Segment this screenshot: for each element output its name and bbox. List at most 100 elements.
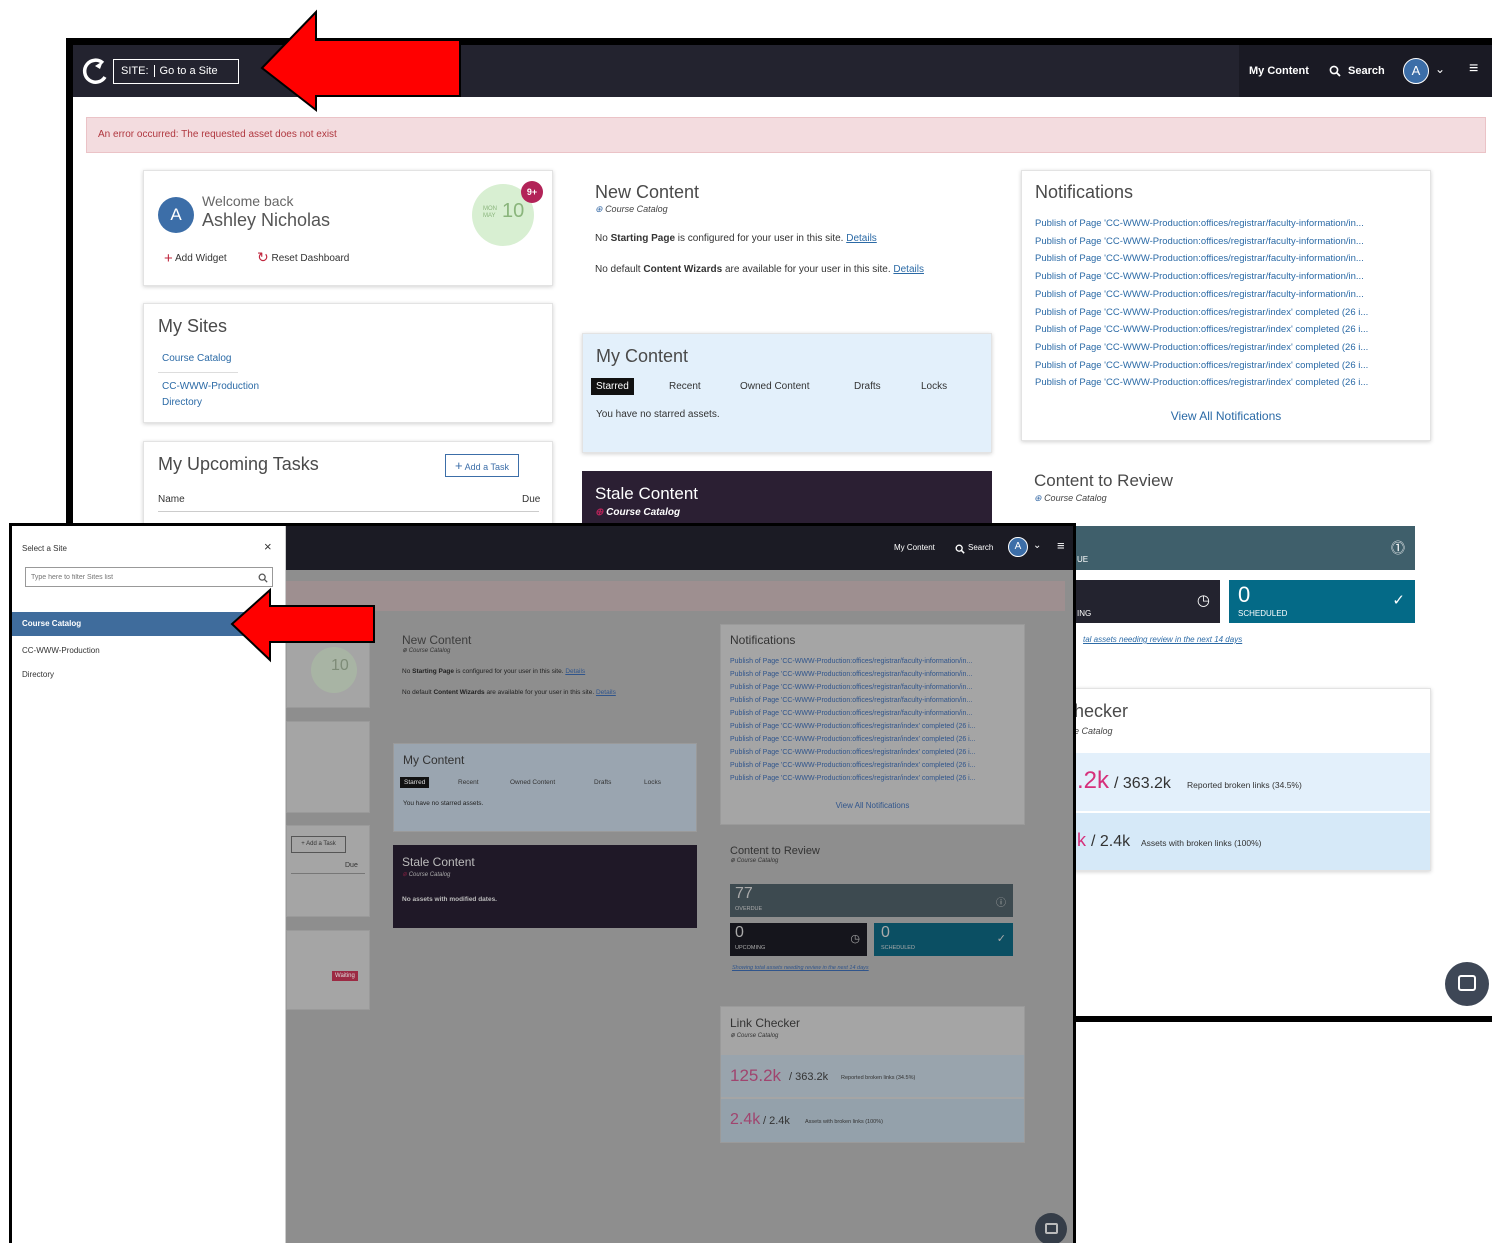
notification-item[interactable]: Publish of Page 'CC-WWW-Production:offic…: [1035, 286, 1423, 304]
tasks-col-due: Due: [345, 862, 358, 869]
nav-my-content[interactable]: My Content: [1249, 65, 1309, 77]
assets-broken-label: Assets with broken links (100%): [805, 1119, 883, 1125]
my-content-title: My Content: [596, 346, 689, 366]
my-sites-item[interactable]: Directory: [162, 397, 202, 408]
chat-bubble-icon[interactable]: [1035, 1213, 1067, 1243]
notification-item[interactable]: Publish of Page 'CC-WWW-Production:offic…: [730, 733, 1015, 746]
my-sites-item[interactable]: Course Catalog: [162, 353, 231, 364]
notification-item[interactable]: Publish of Page 'CC-WWW-Production:offic…: [1035, 268, 1423, 286]
review-overdue-tile[interactable]: UE ⓵: [1073, 526, 1415, 570]
welcome-user-name: Ashley Nicholas: [202, 210, 331, 230]
review-overdue-tile[interactable]: 77 OVERDUE ⓘ: [730, 884, 1013, 917]
broken-links-total: / 363.2k: [1114, 775, 1171, 792]
chevron-down-icon[interactable]: ⌄: [1033, 540, 1041, 551]
overdue-label: OVERDUE: [735, 906, 763, 912]
tasks-card-dimmed: + Add a Task Due: [286, 825, 370, 917]
view-all-notifications-link[interactable]: View All Notifications: [1022, 409, 1430, 423]
nav-my-content[interactable]: My Content: [894, 543, 935, 552]
tab-locks[interactable]: Locks: [921, 381, 947, 392]
tab-recent[interactable]: Recent: [669, 381, 701, 392]
add-task-button[interactable]: + Add a Task: [445, 454, 519, 477]
review-footer-link[interactable]: tal assets needing review in the next 14…: [1083, 635, 1242, 644]
notification-item[interactable]: Publish of Page 'CC-WWW-Production:offic…: [1035, 215, 1423, 233]
notification-item[interactable]: Publish of Page 'CC-WWW-Production:offic…: [1035, 339, 1423, 357]
add-task-label: Add a Task: [464, 462, 509, 472]
details-link[interactable]: Details: [596, 689, 616, 696]
site-option-directory[interactable]: Directory: [12, 670, 286, 679]
tab-locks[interactable]: Locks: [644, 779, 661, 786]
my-content-empty: You have no starred assets.: [596, 409, 720, 420]
details-link[interactable]: Details: [846, 233, 877, 244]
notification-item[interactable]: Publish of Page 'CC-WWW-Production:offic…: [1035, 357, 1423, 375]
review-footer-link[interactable]: Showing total assets needing review in t…: [732, 965, 869, 971]
chevron-down-icon[interactable]: ⌄: [1435, 62, 1445, 76]
cascade-logo-icon[interactable]: [81, 57, 109, 85]
tab-starred[interactable]: Starred: [400, 777, 430, 788]
assets-broken-value: 2.4k: [730, 1111, 761, 1128]
check-circle-icon: ✓: [1392, 592, 1405, 609]
user-avatar[interactable]: A: [1008, 537, 1028, 557]
nav-search[interactable]: Search: [1348, 65, 1385, 77]
tab-drafts[interactable]: Drafts: [854, 381, 881, 392]
content-to-review-site: Course Catalog: [736, 858, 779, 864]
notification-item[interactable]: Publish of Page 'CC-WWW-Production:offic…: [730, 720, 1015, 733]
link-checker-title: Link Checker: [730, 1016, 801, 1030]
tab-drafts[interactable]: Drafts: [594, 779, 611, 786]
broken-links-row[interactable]: .2k / 363.2k Reported broken links (34.5…: [1074, 753, 1430, 811]
site-selector-button[interactable]: SITE: Go to a Site: [113, 59, 239, 84]
alert-circle-icon: ⓵: [1391, 540, 1405, 556]
hamburger-menu-icon[interactable]: ≡: [1469, 60, 1478, 78]
add-task-button[interactable]: + Add a Task: [291, 836, 346, 853]
chat-bubble-icon[interactable]: [1445, 962, 1489, 1006]
reset-dashboard-button[interactable]: ↻ Reset Dashboard: [257, 248, 349, 265]
assets-broken-total: / 2.4k: [1091, 833, 1131, 850]
notification-item[interactable]: Publish of Page 'CC-WWW-Production:offic…: [1035, 374, 1423, 392]
error-alert: An error occurred: The requested asset d…: [86, 117, 1486, 153]
add-widget-button[interactable]: + Add Widget: [164, 248, 227, 267]
review-upcoming-tile[interactable]: ING ◷: [1073, 580, 1220, 623]
notification-item[interactable]: Publish of Page 'CC-WWW-Production:offic…: [730, 772, 1015, 785]
stale-content-card: Stale Content ⊕ Course Catalog No assets…: [393, 845, 697, 928]
notification-item[interactable]: Publish of Page 'CC-WWW-Production:offic…: [730, 694, 1015, 707]
search-icon[interactable]: [955, 541, 965, 559]
my-sites-item[interactable]: CC-WWW-Production: [162, 381, 259, 392]
notification-item[interactable]: Publish of Page 'CC-WWW-Production:offic…: [1035, 233, 1423, 251]
review-upcoming-tile[interactable]: 0 UPCOMING ◷: [730, 923, 867, 956]
tab-starred[interactable]: Starred: [591, 378, 634, 395]
notification-item[interactable]: Publish of Page 'CC-WWW-Production:offic…: [730, 655, 1015, 668]
hamburger-menu-icon[interactable]: ≡: [1057, 538, 1065, 553]
user-avatar[interactable]: A: [1403, 58, 1429, 84]
site-filter-input[interactable]: [25, 567, 273, 587]
globe-icon: ⊕: [402, 648, 408, 654]
notification-item[interactable]: Publish of Page 'CC-WWW-Production:offic…: [730, 746, 1015, 759]
broken-links-row[interactable]: 125.2k / 363.2k Reported broken links (3…: [721, 1055, 1024, 1097]
search-icon[interactable]: [1329, 65, 1341, 80]
notification-item[interactable]: Publish of Page 'CC-WWW-Production:offic…: [730, 681, 1015, 694]
review-scheduled-tile[interactable]: 0 SCHEDULED ✓: [1229, 580, 1415, 623]
my-sites-title: My Sites: [158, 316, 228, 336]
details-link[interactable]: Details: [893, 264, 924, 275]
assets-broken-links-row[interactable]: k / 2.4k Assets with broken links (100%): [1074, 813, 1430, 870]
tab-owned-content[interactable]: Owned Content: [740, 381, 810, 392]
review-scheduled-tile[interactable]: 0 SCHEDULED ✓: [874, 923, 1013, 956]
notification-item[interactable]: Publish of Page 'CC-WWW-Production:offic…: [730, 668, 1015, 681]
upcoming-label: UPCOMING: [735, 945, 766, 951]
notification-item[interactable]: Publish of Page 'CC-WWW-Production:offic…: [1035, 321, 1423, 339]
notification-item[interactable]: Publish of Page 'CC-WWW-Production:offic…: [730, 759, 1015, 772]
assets-broken-links-row[interactable]: 2.4k / 2.4k Assets with broken links (10…: [721, 1099, 1024, 1142]
notification-item[interactable]: Publish of Page 'CC-WWW-Production:offic…: [1035, 304, 1423, 322]
text: are available for your user in this site…: [484, 689, 596, 696]
tab-recent[interactable]: Recent: [458, 779, 479, 786]
stale-content-title: Stale Content: [595, 484, 699, 503]
view-all-notifications-link[interactable]: View All Notifications: [721, 801, 1024, 810]
tab-owned-content[interactable]: Owned Content: [510, 779, 555, 786]
date-day: MON: [483, 206, 497, 212]
red-arrow-annotation: [230, 587, 375, 663]
notification-item[interactable]: Publish of Page 'CC-WWW-Production:offic…: [730, 707, 1015, 720]
nav-search[interactable]: Search: [968, 543, 993, 552]
close-icon[interactable]: ×: [264, 539, 272, 554]
stale-content-site: Course Catalog: [606, 507, 681, 518]
my-content-empty: You have no starred assets.: [403, 800, 484, 807]
notification-item[interactable]: Publish of Page 'CC-WWW-Production:offic…: [1035, 250, 1423, 268]
details-link[interactable]: Details: [565, 668, 585, 675]
